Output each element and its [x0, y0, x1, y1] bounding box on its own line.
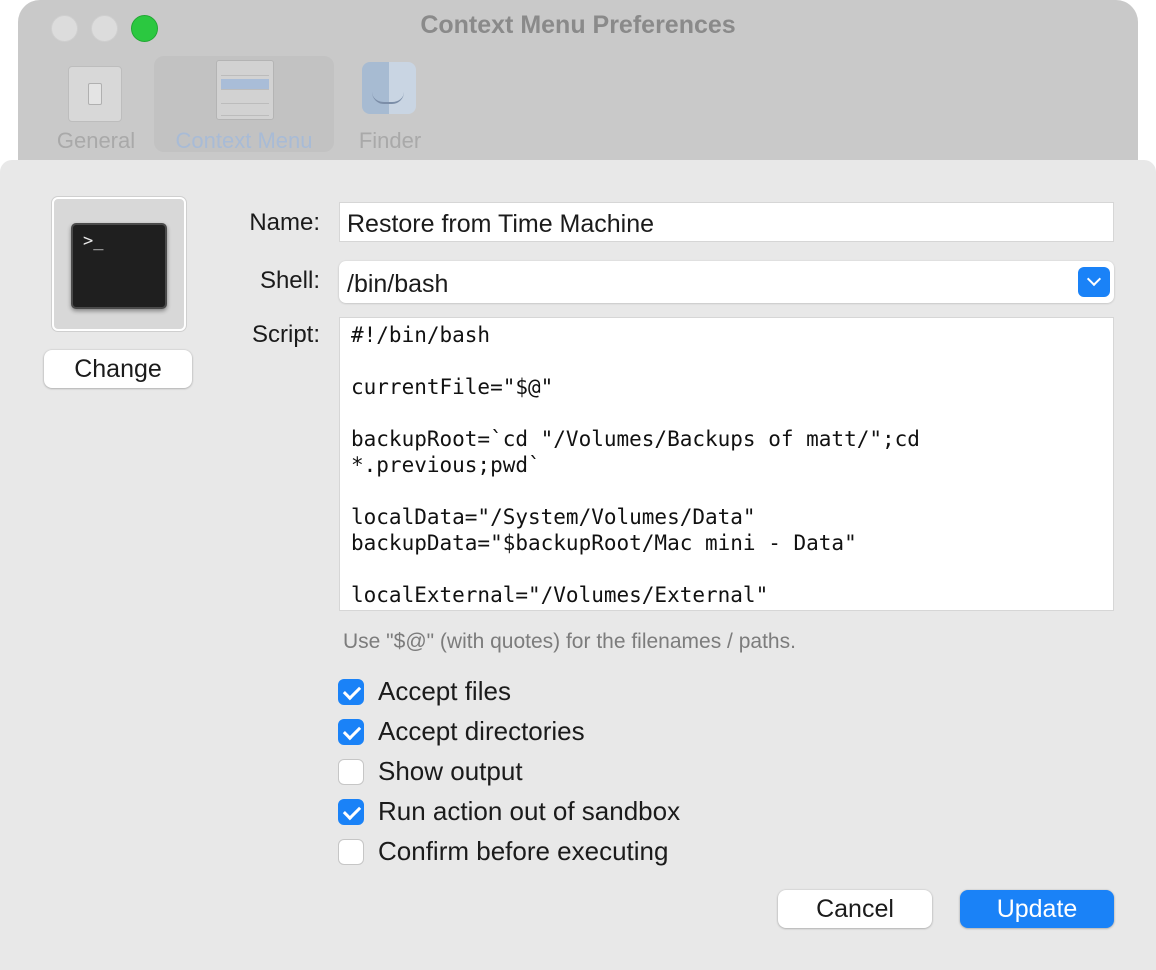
- terminal-icon: >_: [71, 223, 167, 309]
- name-field[interactable]: Restore from Time Machine: [339, 202, 1114, 242]
- change-icon-button[interactable]: Change: [44, 350, 192, 388]
- toolbar-item-general[interactable]: General: [50, 56, 142, 153]
- script-hint: Use "$@" (with quotes) for the filenames…: [343, 630, 796, 653]
- checkbox-label: Accept files: [378, 676, 511, 706]
- action-icon-well[interactable]: >_: [52, 197, 186, 331]
- toolbar-item-finder[interactable]: Finder: [348, 56, 432, 153]
- script-editor[interactable]: #!/bin/bash currentFile="$@" backupRoot=…: [339, 317, 1114, 611]
- name-label: Name:: [249, 209, 320, 236]
- toolbar-item-context-menu[interactable]: Context Menu: [154, 56, 334, 153]
- terminal-prompt-glyph: >_: [83, 231, 104, 251]
- checkbox[interactable]: [338, 719, 364, 745]
- checkbox-label: Confirm before executing: [378, 836, 669, 866]
- shell-select-value: /bin/bash: [347, 270, 449, 298]
- checkbox-label: Accept directories: [378, 716, 585, 746]
- toolbar-item-label: Context Menu: [175, 128, 313, 153]
- chevron-down-icon[interactable]: [1078, 267, 1110, 297]
- finder-icon: [362, 62, 416, 114]
- checkbox[interactable]: [338, 799, 364, 825]
- script-label: Script:: [251, 321, 320, 348]
- toolbar-item-label: Finder: [358, 128, 422, 153]
- update-button[interactable]: Update: [960, 890, 1114, 928]
- checkbox-label: Run action out of sandbox: [378, 796, 681, 826]
- toolbar-item-label: General: [56, 128, 136, 153]
- shell-select[interactable]: /bin/bash: [339, 261, 1114, 303]
- switch-icon: [68, 66, 122, 122]
- window-title: Context Menu Preferences: [420, 11, 736, 39]
- shell-label: Shell:: [259, 267, 320, 294]
- cancel-button[interactable]: Cancel: [778, 890, 932, 928]
- context-menu-icon: [216, 60, 274, 120]
- checkbox[interactable]: [338, 839, 364, 865]
- checkbox-label: Show output: [378, 756, 523, 786]
- checkbox[interactable]: [338, 759, 364, 785]
- edit-action-sheet: >_ Change Name: Restore from Time Machin…: [0, 160, 1156, 970]
- checkbox[interactable]: [338, 679, 364, 705]
